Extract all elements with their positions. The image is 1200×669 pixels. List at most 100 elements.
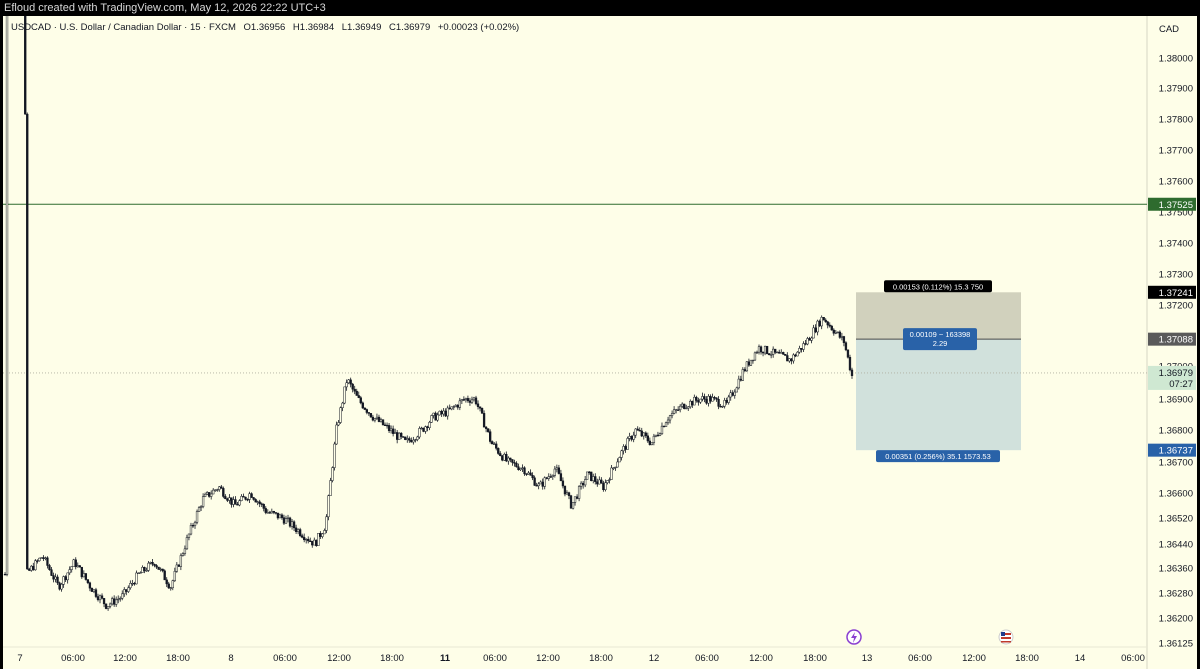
candle-body [491,441,494,445]
candle-body [131,583,134,585]
candle-body [337,422,340,426]
x-tick-label: 18:00 [380,653,404,664]
candle-body [307,538,310,542]
candle-body [135,572,138,585]
candle-body [400,432,403,437]
candle-body [836,331,839,334]
candle-body [50,569,53,576]
candle-body [820,317,823,327]
candle-body [379,419,383,422]
candle-body [347,379,350,384]
candle-body [735,387,738,393]
candle-body [666,419,670,424]
candle-body [264,508,267,513]
countdown-label: 07:27 [1169,379,1193,390]
candle-body [689,400,692,408]
candle-body [284,518,288,524]
candle-body [440,410,443,415]
candle-body [387,425,391,432]
candle-body [772,348,775,355]
candle-body [808,338,811,341]
flag-stripe-icon [1001,637,1011,639]
candle-body [608,479,611,481]
candle-body [68,569,71,574]
candle-body [88,582,92,589]
candle-body [102,598,106,605]
candle-body [54,576,57,580]
candle-body [333,443,336,468]
candle-body [205,492,209,495]
candle-body [590,471,593,481]
candle-body [248,493,251,500]
chart-svg[interactable]: CAD 1.38000 1.37900 1.37800 1.37700 1.37600 1.… [3,16,1197,669]
candle-body [749,359,753,366]
candle-body [371,416,375,421]
candle-body [466,398,470,402]
candle-body [780,352,783,354]
candle-body [794,354,797,357]
x-tick-label: 06:00 [61,653,85,664]
candle-body [325,516,328,531]
candle-body [565,492,569,495]
candle-body [414,439,417,441]
candle-body [721,405,724,408]
candle-body [195,511,199,523]
legend-low: L1.36949 [341,22,382,33]
candle-body [529,472,532,476]
candle-body [349,379,352,385]
candle-body [729,392,732,398]
candle-body [335,424,338,445]
x-tick-label: 06:00 [1121,653,1145,664]
candles-group [3,16,854,611]
candle-body [816,320,819,333]
y-tick-label: 1.36900 [1159,395,1193,406]
candle-body [276,512,280,519]
candle-body [185,537,189,550]
candle-body [778,351,781,354]
candle-body [765,345,769,354]
candle-body [774,348,777,353]
candle-body [238,500,241,506]
candle-body [311,540,314,546]
candle-body [707,395,710,404]
candle-body [810,337,813,341]
candle-body [226,498,229,501]
candle-body [606,480,609,484]
candle-body [38,557,41,562]
candle-body [557,467,561,474]
candle-body [588,471,591,473]
y-tick-label: 1.38000 [1159,54,1193,65]
candle-body [751,359,755,362]
candle-body [258,501,261,504]
candle-body [460,399,464,402]
candle-body [776,351,779,354]
candle-body [383,424,387,426]
y-tick-label: 1.36360 [1159,564,1193,575]
candle-body [272,510,276,513]
candle-body [759,346,763,353]
candle-body [489,431,492,442]
candle-body [731,392,734,396]
candle-body [329,480,332,496]
chart-area[interactable]: CAD 1.38000 1.37900 1.37800 1.37700 1.37600 1.… [3,16,1197,669]
candle-body [753,352,757,361]
candle-body [123,589,126,595]
candle-body [428,422,431,428]
candle-body [699,398,702,403]
candle-body [48,565,51,570]
candle-body [66,572,69,581]
candle-body [46,557,49,566]
candle-body [70,566,73,570]
candle-body [452,406,455,408]
candle-body [90,587,94,592]
candle-body [664,422,668,427]
candle-body [515,462,518,468]
candle-body [697,400,700,403]
x-tick-label: 8 [228,653,233,664]
candle-body [412,439,415,443]
horizontal-line-price-tag: 1.37525 [1159,200,1193,211]
candle-body [173,570,176,581]
candle-body [86,579,90,584]
candle-body [303,537,306,541]
candle-body [355,390,358,396]
